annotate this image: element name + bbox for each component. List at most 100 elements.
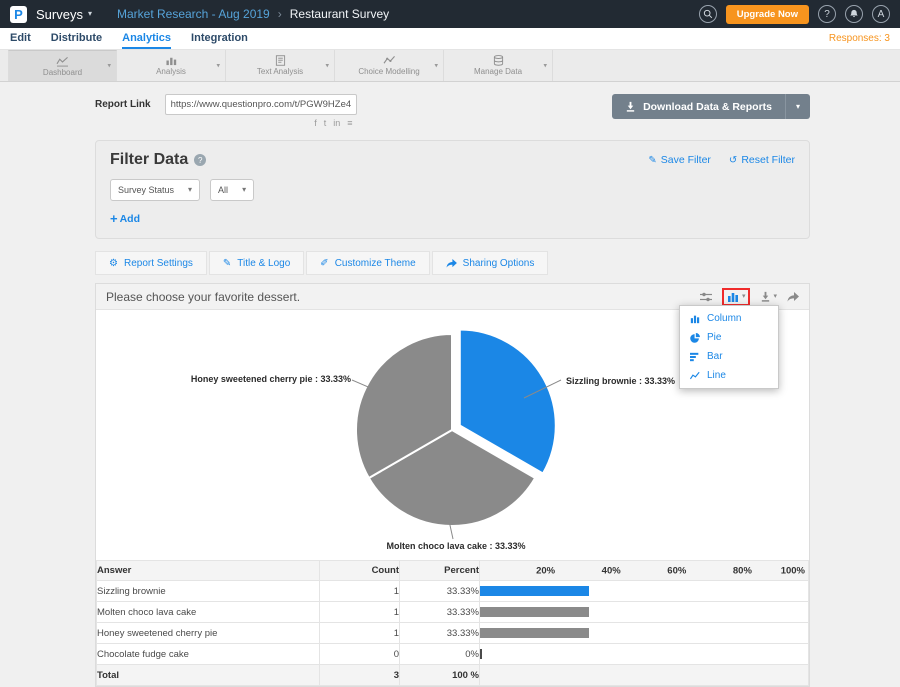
chevron-right-icon: › bbox=[278, 7, 282, 21]
percent-bar bbox=[480, 628, 589, 638]
chart-type-button[interactable]: ▾ bbox=[722, 288, 751, 306]
chevron-down-icon: ▾ bbox=[242, 186, 246, 194]
bell-icon bbox=[849, 9, 859, 19]
report-link-label: Report Link bbox=[95, 99, 151, 110]
status-value-select[interactable]: All ▾ bbox=[210, 179, 254, 201]
table-row: Molten choco lava cake 1 33.33% bbox=[97, 602, 809, 623]
percent-cell: 0% bbox=[400, 644, 480, 665]
percent-cell: 33.33% bbox=[400, 602, 480, 623]
chevron-down-icon[interactable]: ▾ bbox=[216, 62, 220, 69]
responses-count[interactable]: Responses: 3 bbox=[829, 33, 890, 44]
bar-cell bbox=[480, 623, 809, 644]
chevron-down-icon[interactable]: ▾ bbox=[107, 63, 111, 70]
menu-item-label: Column bbox=[707, 313, 741, 324]
surveys-menu-label: Surveys bbox=[36, 7, 83, 22]
count-cell: 0 bbox=[320, 644, 400, 665]
percent-cell: 33.33% bbox=[400, 623, 480, 644]
menu-item-label: Line bbox=[707, 370, 726, 381]
sharing-options-tab[interactable]: Sharing Options bbox=[432, 251, 549, 275]
download-split-button: Download Data & Reports ▾ bbox=[612, 94, 810, 119]
tab-analysis[interactable]: Analysis ▾ bbox=[117, 50, 226, 81]
report-settings-tabs: ⚙ Report Settings ✎ Title & Logo ✐ Custo… bbox=[95, 251, 810, 275]
filter-help-icon[interactable]: ? bbox=[194, 154, 206, 166]
breadcrumb-parent[interactable]: Market Research - Aug 2019 bbox=[117, 7, 270, 21]
report-link-input[interactable] bbox=[165, 94, 357, 115]
chevron-down-icon: ▾ bbox=[88, 10, 92, 18]
avatar[interactable]: A bbox=[872, 5, 890, 23]
answer-cell: Chocolate fudge cake bbox=[97, 644, 320, 665]
download-data-reports-button[interactable]: Download Data & Reports bbox=[612, 94, 785, 119]
tab-manage-data[interactable]: Manage Data ▾ bbox=[444, 50, 553, 81]
filter-data-panel: Filter Data ? ✎ Save Filter ↺ Reset Filt… bbox=[95, 140, 810, 239]
tab-choice-modelling[interactable]: Choice Modelling ▾ bbox=[335, 50, 444, 81]
linkedin-icon[interactable]: in bbox=[333, 118, 340, 128]
twitter-icon[interactable]: t bbox=[324, 118, 327, 128]
embed-icon[interactable]: ≡ bbox=[347, 118, 352, 128]
menu-item-column[interactable]: Column bbox=[680, 309, 778, 328]
table-row: Sizzling brownie 1 33.33% bbox=[97, 581, 809, 602]
menu-item-analytics[interactable]: Analytics bbox=[122, 28, 171, 49]
chevron-down-icon[interactable]: ▾ bbox=[434, 62, 438, 69]
notifications-button[interactable] bbox=[845, 5, 863, 23]
chart-share-button[interactable] bbox=[787, 292, 799, 302]
dashboard-icon bbox=[56, 56, 69, 67]
upgrade-button[interactable]: Upgrade Now bbox=[726, 5, 809, 24]
download-options-caret[interactable]: ▾ bbox=[785, 94, 810, 119]
chart-settings-button[interactable] bbox=[700, 291, 712, 303]
table-row: Honey sweetened cherry pie 1 33.33% bbox=[97, 623, 809, 644]
add-filter-link[interactable]: + Add bbox=[110, 211, 140, 226]
surveys-menu[interactable]: Surveys ▾ bbox=[36, 7, 92, 22]
answer-cell: Molten choco lava cake bbox=[97, 602, 320, 623]
chevron-down-icon[interactable]: ▾ bbox=[543, 62, 547, 69]
question-title: Please choose your favorite dessert. bbox=[106, 290, 300, 304]
bar-cell bbox=[480, 602, 809, 623]
save-filter-link[interactable]: ✎ Save Filter bbox=[648, 154, 711, 166]
tab-dashboard[interactable]: Dashboard ▾ bbox=[8, 50, 117, 81]
customize-theme-tab[interactable]: ✐ Customize Theme bbox=[306, 251, 429, 275]
tab-label: Choice Modelling bbox=[358, 67, 419, 76]
bar-cell bbox=[480, 581, 809, 602]
answer-cell: Honey sweetened cherry pie bbox=[97, 623, 320, 644]
chart-download-button[interactable]: ▾ bbox=[760, 291, 777, 302]
facebook-icon[interactable]: f bbox=[314, 118, 317, 128]
chart-type-menu: Column Pie Bar Line bbox=[679, 305, 779, 389]
sliders-icon bbox=[700, 291, 712, 303]
report-settings-tab[interactable]: ⚙ Report Settings bbox=[95, 251, 207, 275]
title-logo-label: Title & Logo bbox=[237, 258, 290, 269]
menu-item-integration[interactable]: Integration bbox=[191, 28, 248, 49]
logo-letter: P bbox=[14, 7, 23, 22]
tab-label: Analysis bbox=[156, 67, 186, 76]
title-logo-tab[interactable]: ✎ Title & Logo bbox=[209, 251, 304, 275]
menu-item-line[interactable]: Line bbox=[680, 366, 778, 385]
scale-tick: 60% bbox=[667, 565, 686, 576]
bar-cell bbox=[480, 665, 809, 686]
percent-cell: 33.33% bbox=[400, 581, 480, 602]
main-menu-bar: Edit Distribute Analytics Integration Re… bbox=[0, 28, 900, 50]
menu-item-distribute[interactable]: Distribute bbox=[51, 28, 102, 49]
tab-label: Manage Data bbox=[474, 67, 522, 76]
menu-item-bar[interactable]: Bar bbox=[680, 347, 778, 366]
percent-bar bbox=[480, 586, 589, 596]
line-chart-icon bbox=[690, 371, 700, 381]
column-chart-icon bbox=[727, 291, 739, 303]
reset-icon: ↺ bbox=[729, 155, 737, 166]
chevron-down-icon: ▾ bbox=[742, 293, 746, 300]
menu-item-pie[interactable]: Pie bbox=[680, 328, 778, 347]
customize-theme-label: Customize Theme bbox=[335, 258, 416, 269]
chevron-down-icon: ▾ bbox=[773, 293, 777, 300]
report-link-row: Report Link f t in ≡ Download Data & Rep… bbox=[95, 94, 810, 128]
percent-bar bbox=[480, 607, 589, 617]
help-button[interactable]: ? bbox=[818, 5, 836, 23]
questionpro-logo[interactable]: P bbox=[10, 6, 27, 23]
survey-status-select[interactable]: Survey Status ▾ bbox=[110, 179, 200, 201]
menu-item-edit[interactable]: Edit bbox=[10, 28, 31, 49]
tab-text-analysis[interactable]: Text Analysis ▾ bbox=[226, 50, 335, 81]
chevron-down-icon[interactable]: ▾ bbox=[325, 62, 329, 69]
report-settings-label: Report Settings bbox=[124, 258, 193, 269]
reset-filter-link[interactable]: ↺ Reset Filter bbox=[729, 154, 795, 166]
top-navigation-bar: P Surveys ▾ Market Research - Aug 2019 ›… bbox=[0, 0, 900, 28]
menu-item-label: Pie bbox=[707, 332, 721, 343]
search-button[interactable] bbox=[699, 5, 717, 23]
total-count-cell: 3 bbox=[320, 665, 400, 686]
answer-cell: Sizzling brownie bbox=[97, 581, 320, 602]
